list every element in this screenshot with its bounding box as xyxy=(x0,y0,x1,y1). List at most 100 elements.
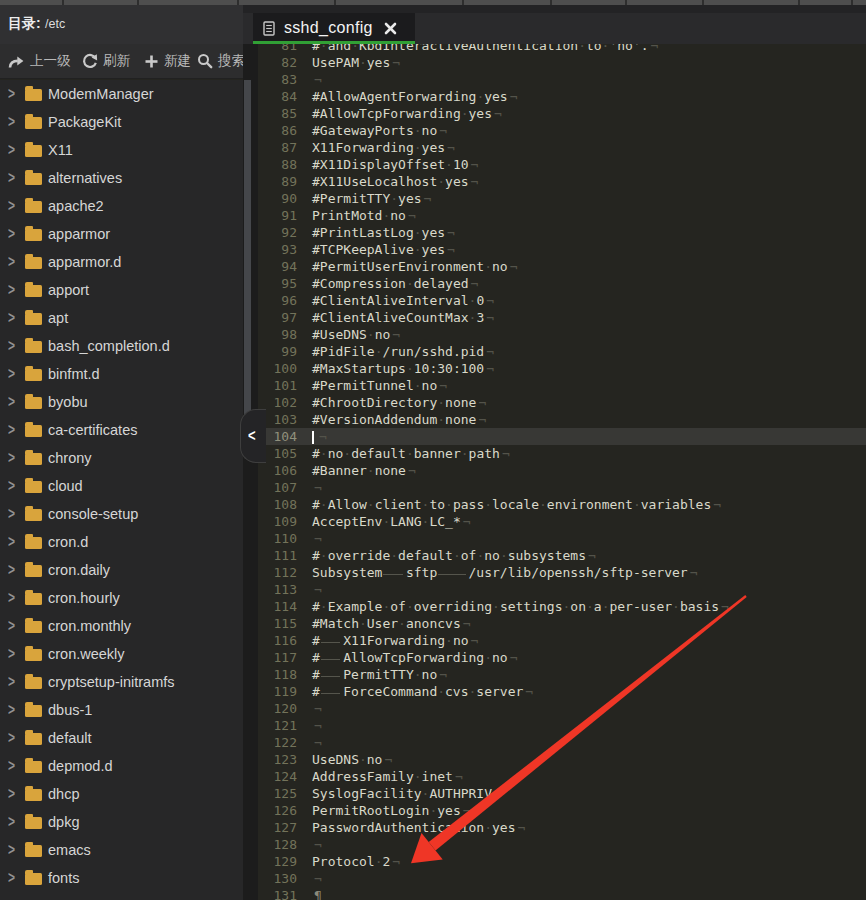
code-editor[interactable]: 81#·and·KbdInteractiveAuthentication·to·… xyxy=(258,0,866,900)
code-line[interactable]: 121¬ xyxy=(258,717,866,734)
sidebar-item-cron.daily[interactable]: >cron.daily xyxy=(0,556,243,584)
eol-marker: ¬ xyxy=(439,123,447,138)
active-tab-indicator xyxy=(253,41,415,44)
code-line[interactable]: 86#GatewayPorts·no¬ xyxy=(258,122,866,139)
tab-close-icon[interactable] xyxy=(384,22,397,35)
new-button[interactable]: 新建 xyxy=(144,44,191,78)
sidebar-item-bash_completion.d[interactable]: >bash_completion.d xyxy=(0,332,243,360)
code-line[interactable]: 92#PrintLastLog·yes¬ xyxy=(258,224,866,241)
code-line[interactable]: 123UseDNS·no¬ xyxy=(258,751,866,768)
sidebar-item-emacs[interactable]: >emacs xyxy=(0,836,243,864)
code-line[interactable]: 90#PermitTTY·yes¬ xyxy=(258,190,866,207)
code-line[interactable]: 117#AllowTcpForwarding·no¬ xyxy=(258,649,866,666)
code-line[interactable]: 111#·override·default·of·no·subsystems¬ xyxy=(258,547,866,564)
collapse-sidebar-button[interactable]: < xyxy=(240,409,266,463)
sidebar-item-alternatives[interactable]: >alternatives xyxy=(0,164,243,192)
code-line[interactable]: 129Protocol·2¬ xyxy=(258,853,866,870)
code-text: PrintMotd·no¬ xyxy=(312,207,416,224)
eof-marker: ¶ xyxy=(314,888,322,900)
line-number: 122 xyxy=(258,734,297,751)
folder-icon xyxy=(25,509,42,521)
sidebar-item-default[interactable]: >default xyxy=(0,724,243,752)
code-line[interactable]: 119#ForceCommand·cvs·server¬ xyxy=(258,683,866,700)
code-line[interactable]: 93#TCPKeepAlive·yes¬ xyxy=(258,241,866,258)
code-line[interactable]: 130¬ xyxy=(258,870,866,887)
code-line[interactable]: 125SyslogFacility·AUTHPRIV¬ xyxy=(258,785,866,802)
sidebar-item-chrony[interactable]: >chrony xyxy=(0,444,243,472)
folder-icon xyxy=(25,677,42,689)
code-line[interactable]: 85#AllowTcpForwarding·yes¬ xyxy=(258,105,866,122)
sidebar-item-binfmt.d[interactable]: >binfmt.d xyxy=(0,360,243,388)
code-line[interactable]: 113¬ xyxy=(258,581,866,598)
code-text: #PermitTTY·yes¬ xyxy=(312,190,431,207)
code-line[interactable]: 83¬ xyxy=(258,71,866,88)
sidebar-item-apt[interactable]: >apt xyxy=(0,304,243,332)
sidebar-item-apache2[interactable]: >apache2 xyxy=(0,192,243,220)
up-level-button[interactable]: 上一级 xyxy=(8,44,71,78)
code-line[interactable]: 118#PermitTTY·no¬ xyxy=(258,666,866,683)
code-line[interactable]: 127PasswordAuthentication·yes¬ xyxy=(258,819,866,836)
sidebar-item-ca-certificates[interactable]: >ca-certificates xyxy=(0,416,243,444)
sidebar-item-dbus-1[interactable]: >dbus-1 xyxy=(0,696,243,724)
code-line[interactable]: 96#ClientAliveInterval·0¬ xyxy=(258,292,866,309)
code-line[interactable]: 114#·Example·of·overriding·settings·on·a… xyxy=(258,598,866,615)
code-line[interactable]: 98#UseDNS·no¬ xyxy=(258,326,866,343)
code-line[interactable]: 104¬ xyxy=(258,428,866,445)
sidebar-scrollbar[interactable] xyxy=(244,80,251,420)
code-line[interactable]: 106#Banner·none¬ xyxy=(258,462,866,479)
code-line[interactable]: 110¬ xyxy=(258,530,866,547)
code-line[interactable]: 131¶ xyxy=(258,887,866,900)
code-line[interactable]: 124AddressFamily·inet¬ xyxy=(258,768,866,785)
code-line[interactable]: 108#·Allow·client·to·pass·locale·environ… xyxy=(258,496,866,513)
search-button[interactable]: 搜索 xyxy=(197,44,243,78)
sidebar-item-PackageKit[interactable]: >PackageKit xyxy=(0,108,243,136)
code-line[interactable]: 91PrintMotd·no¬ xyxy=(258,207,866,224)
code-line[interactable]: 112Subsystemsftp/usr/lib/openssh/sftp-se… xyxy=(258,564,866,581)
code-line[interactable]: 116#X11Forwarding·no¬ xyxy=(258,632,866,649)
code-line[interactable]: 99#PidFile·/run/sshd.pid¬ xyxy=(258,343,866,360)
chevron-right-icon: > xyxy=(8,477,22,495)
sidebar-item-cron.d[interactable]: >cron.d xyxy=(0,528,243,556)
code-text: ¶ xyxy=(312,887,322,900)
sidebar-item-dpkg[interactable]: >dpkg xyxy=(0,808,243,836)
code-line[interactable]: 97#ClientAliveCountMax·3¬ xyxy=(258,309,866,326)
sidebar-item-fonts[interactable]: >fonts xyxy=(0,864,243,892)
code-line[interactable]: 107¬ xyxy=(258,479,866,496)
sidebar-item-cron.monthly[interactable]: >cron.monthly xyxy=(0,612,243,640)
sidebar-item-dhcp[interactable]: >dhcp xyxy=(0,780,243,808)
folder-name: cloud xyxy=(48,478,83,494)
code-line[interactable]: 95#Compression·delayed¬ xyxy=(258,275,866,292)
code-line[interactable]: 101#PermitTunnel·no¬ xyxy=(258,377,866,394)
sidebar-item-ModemManager[interactable]: >ModemManager xyxy=(0,80,243,108)
code-line[interactable]: 94#PermitUserEnvironment·no¬ xyxy=(258,258,866,275)
sidebar-item-apparmor[interactable]: >apparmor xyxy=(0,220,243,248)
code-text: #·override·default·of·no·subsystems¬ xyxy=(312,547,596,564)
code-line[interactable]: 128¬ xyxy=(258,836,866,853)
sidebar-item-cryptsetup-initramfs[interactable]: >cryptsetup-initramfs xyxy=(0,668,243,696)
sidebar-item-byobu[interactable]: >byobu xyxy=(0,388,243,416)
sidebar-item-cloud[interactable]: > cloud xyxy=(0,472,243,500)
code-line[interactable]: 126PermitRootLogin·yes¬ xyxy=(258,802,866,819)
tab-sshd-config[interactable]: sshd_config xyxy=(253,13,415,44)
code-line[interactable]: 109AcceptEnv·LANG·LC_*¬ xyxy=(258,513,866,530)
code-line[interactable]: 100#MaxStartups·10:30:100¬ xyxy=(258,360,866,377)
sidebar-item-cron.weekly[interactable]: >cron.weekly xyxy=(0,640,243,668)
code-line[interactable]: 122¬ xyxy=(258,734,866,751)
sidebar-item-depmod.d[interactable]: >depmod.d xyxy=(0,752,243,780)
code-line[interactable]: 89#X11UseLocalhost·yes¬ xyxy=(258,173,866,190)
code-line[interactable]: 102#ChrootDirectory·none¬ xyxy=(258,394,866,411)
code-line[interactable]: 103#VersionAddendum·none¬ xyxy=(258,411,866,428)
code-line[interactable]: 87X11Forwarding·yes¬ xyxy=(258,139,866,156)
code-line[interactable]: 84#AllowAgentForwarding·yes¬ xyxy=(258,88,866,105)
sidebar-item-cron.hourly[interactable]: >cron.hourly xyxy=(0,584,243,612)
sidebar-item-apport[interactable]: >apport xyxy=(0,276,243,304)
sidebar-item-X11[interactable]: >X11 xyxy=(0,136,243,164)
code-line[interactable]: 82UsePAM·yes¬ xyxy=(258,54,866,71)
code-line[interactable]: 120¬ xyxy=(258,700,866,717)
code-line[interactable]: 105#·no·default·banner·path¬ xyxy=(258,445,866,462)
sidebar-item-apparmor.d[interactable]: >apparmor.d xyxy=(0,248,243,276)
sidebar-item-console-setup[interactable]: >console-setup xyxy=(0,500,243,528)
code-line[interactable]: 115#Match·User·anoncvs¬ xyxy=(258,615,866,632)
code-line[interactable]: 88#X11DisplayOffset·10¬ xyxy=(258,156,866,173)
refresh-button[interactable]: 刷新 xyxy=(82,44,130,78)
